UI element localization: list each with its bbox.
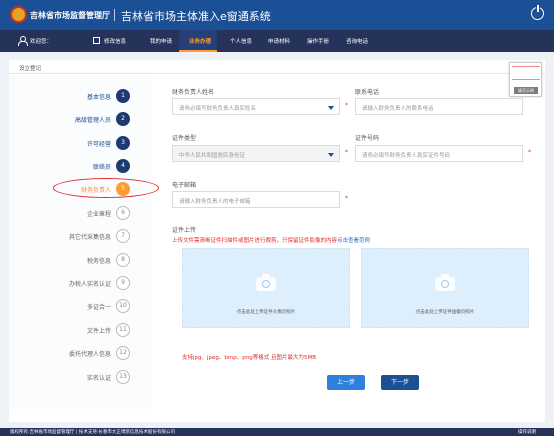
step-label: 税务信息 [86,258,111,265]
power-icon[interactable] [531,5,544,20]
email-placeholder: 请输入财务负责人的电子邮箱 [179,199,251,205]
step-number: 10 [116,299,130,313]
step-item-agent-info[interactable]: 委托代理人信息 12 [9,344,151,362]
step-item-senior-managers[interactable]: 高级管理人员 2 [9,110,151,128]
step-number: 9 [116,276,130,290]
required-mark: * [345,102,348,109]
prev-step-button[interactable]: 上一步 [327,375,365,390]
upload-back-caption: 点击此处上传证件国徽页照片 [415,310,475,315]
name-field[interactable]: 请务必填写财务负责人真实姓名 [172,98,340,115]
step-label: 实名认证 [86,375,111,382]
email-field[interactable]: 请输入财务负责人的电子邮箱 [172,191,340,208]
chevron-down-icon [328,106,334,110]
step-item-basic-info[interactable]: 基本信息 1 [9,87,151,105]
step-sidebar: 基本信息 1 高级管理人员 2 许可经营 3 联络员 4 财务负责人 5 企业章程 6 其它… [9,75,151,409]
step-item-multi-cert[interactable]: 多证合一 10 [9,297,151,315]
name-label: 财务负责人姓名 [172,89,215,96]
national-emblem-logo [10,6,27,23]
idtype-select[interactable]: 中华人民共和国居民身份证 [172,145,340,162]
app-title: 吉林省市场主体准入e窗通系统 [121,10,271,23]
step-label: 其它代采集信息 [68,234,111,241]
next-step-button[interactable]: 下一步 [381,375,419,390]
org-name: 吉林省市场监督管理厅 [30,11,110,20]
step-item-liaison[interactable]: 联络员 4 [9,157,151,175]
idnum-label: 证件号码 [355,135,380,142]
edit-info-link[interactable]: 修改信息 [104,37,126,45]
step-item-other-info[interactable]: 其它代采集信息 7 [9,227,151,245]
step-item-real-name[interactable]: 实名认证 13 [9,368,151,386]
header: 吉林省市场监督管理厅 吉林省市场主体准入e窗通系统 [0,0,554,30]
footer: 版权所有:吉林省市场监督管理厅 | 技术支持:长春市大正博凯信息技术股份有限公司… [0,428,554,436]
upload-back-area[interactable]: 点击此处上传证件国徽页照片 [361,248,529,328]
step-label: 委托代理人信息 [68,351,111,358]
camera-icon [256,274,276,291]
step-number: 7 [116,229,130,243]
step-number: 13 [116,370,130,384]
phone-label: 联系电话 [355,89,380,96]
step-number: 6 [116,206,130,220]
step-label: 多证合一 [86,304,111,311]
step-number: 1 [116,89,130,103]
idtype-label: 证件类型 [172,135,197,142]
upload-note: 上传文件需清晰证件扫描件或图片进行裁剪，只保留证件影像的内容点击查看范例 [172,236,370,244]
step-number: 8 [116,253,130,267]
nav-manual[interactable]: 操作手册 [307,37,329,45]
nav-business[interactable]: 业务办理 [189,37,211,45]
format-note: 支持jpg、jpeg、bmp、png等格式 且图片最大为5MB [182,355,316,361]
step-label: 联络员 [92,164,111,171]
step-number: 4 [116,159,130,173]
idnum-field[interactable]: 请务必填写财务负责人真实证件号码 [355,145,523,162]
user-icon [18,36,28,46]
upload-front-area[interactable]: 点击此处上传证件头像页照片 [182,248,350,328]
nav-personal-info[interactable]: 个人信息 [230,37,252,45]
upload-label: 证件上传 [172,227,197,234]
upload-note-text: 上传文件需清晰证件扫描件或图片进行裁剪，只保留证件影像的内容 [172,238,338,244]
footer-copyright: 版权所有:吉林省市场监督管理厅 | 技术支持:长春市大正博凯信息技术股份有限公司 [10,430,175,435]
required-mark: * [345,149,348,156]
nav-materials[interactable]: 申请材料 [268,37,290,45]
step-label: 办税人实名认证 [68,281,111,288]
phone-field[interactable]: 请输入财务负责人的联系电话 [355,98,523,115]
step-number: 12 [116,346,130,360]
step-label: 基本信息 [86,94,111,101]
finance-manager-form: 财务负责人姓名 请务必填写财务负责人真实姓名 * 联系电话 请输入财务负责人的联… [172,75,545,405]
idtype-value: 中华人民共和国居民身份证 [179,153,246,159]
idnum-placeholder: 请务必填写财务负责人真实证件号码 [362,153,451,159]
required-mark: * [345,195,348,202]
required-mark: * [528,149,531,156]
step-item-license[interactable]: 许可经营 3 [9,134,151,152]
nav-my-applications[interactable]: 我的申请 [150,37,172,45]
welcome-text: 欢迎您： [30,39,53,45]
top-nav: 欢迎您： 修改信息 我的申请 业务办理 个人信息 申请材料 操作手册 咨询电话 [0,30,554,52]
step-item-tax-auth[interactable]: 办税人实名认证 9 [9,274,151,292]
header-divider [114,9,115,21]
name-placeholder: 请务必填写财务负责人真实姓名 [179,106,257,112]
step-label: 文件上传 [86,328,111,335]
step-label: 企业章程 [86,211,111,218]
step-number: 3 [116,136,130,150]
step-item-tax-info[interactable]: 税务信息 8 [9,251,151,269]
main-panel: 设立登记 填写示例 基本信息 1 高级管理人员 2 许可经营 3 联络员 4 财务负责人… [9,60,545,422]
edit-icon[interactable] [93,37,100,44]
upload-front-caption: 点击此处上传证件头像页照片 [236,310,296,315]
step-number: 2 [116,112,130,126]
step-label: 高级管理人员 [74,117,111,124]
step-label: 许可经营 [86,141,111,148]
email-label: 电子邮箱 [172,182,197,189]
step-number: 11 [116,323,130,337]
nav-hotline[interactable]: 咨询电话 [346,37,368,45]
step-item-articles[interactable]: 企业章程 6 [9,204,151,222]
breadcrumb-text: 设立登记 [19,66,42,72]
step-item-file-upload[interactable]: 文件上传 11 [9,321,151,339]
breadcrumb: 设立登记 [9,60,545,74]
highlight-circle [53,178,159,198]
camera-icon [435,274,455,291]
phone-placeholder: 请输入财务负责人的联系电话 [362,106,434,112]
chevron-down-icon [328,153,334,157]
footer-help-link[interactable]: 操作说明 [518,429,536,435]
view-example-link[interactable]: 点击查看范例 [337,238,370,244]
